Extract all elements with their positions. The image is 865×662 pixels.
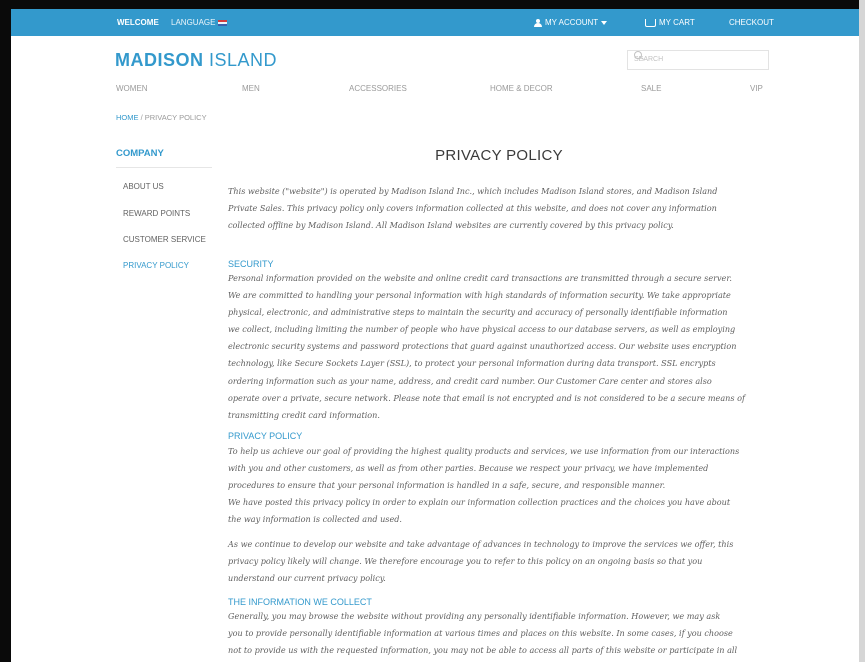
breadcrumb: HOME / PRIVACY POLICY — [116, 113, 207, 122]
security-line: transmitting credit card information. — [228, 409, 380, 420]
privacy-line: procedures to ensure that your personal … — [228, 480, 666, 491]
collect-paragraph: Generally, you may browse the website wi… — [228, 608, 772, 659]
intro-line: Private Sales. This privacy policy only … — [228, 203, 717, 214]
welcome-text: WELCOME — [117, 18, 159, 27]
security-line: Personal information provided on the web… — [228, 273, 732, 283]
intro-line: collected offline by Madison Island. All… — [228, 220, 674, 231]
nav-vip[interactable]: VIP — [750, 84, 763, 93]
privacy-line: We have posted this privacy policy in or… — [228, 497, 731, 508]
security-line: We are committed to handling your person… — [228, 290, 731, 301]
security-line: technology, like Secure Sockets Layer (S… — [228, 358, 716, 369]
site-logo[interactable]: MADISON ISLAND — [115, 50, 277, 71]
privacy-line: the way information is collected and use… — [228, 514, 402, 525]
language-label: LANGUAGE — [171, 18, 216, 27]
nav-men[interactable]: MEN — [242, 84, 260, 93]
my-cart-label: MY CART — [659, 18, 695, 27]
language-switcher[interactable]: LANGUAGE — [171, 9, 228, 36]
search-input[interactable]: SEARCH — [627, 50, 769, 70]
breadcrumb-home[interactable]: HOME — [116, 113, 139, 122]
collect-line: you to provide personally identifiable i… — [228, 628, 733, 639]
window-frame-top — [0, 0, 865, 9]
nav-home-decor[interactable]: HOME & DECOR — [490, 84, 553, 93]
sidebar-item-about-us[interactable]: ABOUT US — [123, 182, 164, 191]
intro-paragraph: This website ("website") is operated by … — [228, 183, 772, 234]
logo-bold: MADISON — [115, 50, 204, 70]
collect-line: Generally, you may browse the website wi… — [228, 611, 721, 621]
chevron-down-icon — [601, 20, 608, 25]
security-line: operate over a private, secure network. … — [228, 392, 745, 403]
breadcrumb-current: PRIVACY POLICY — [144, 113, 207, 122]
privacy-line: To help us achieve our goal of providing… — [228, 446, 740, 456]
cart-icon — [645, 18, 656, 27]
security-line: physical, electronic, and administrative… — [228, 307, 728, 318]
window-frame-right — [859, 0, 865, 662]
privacy-paragraph: To help us achieve our goal of providing… — [228, 443, 772, 528]
page-title: PRIVACY POLICY — [435, 147, 563, 164]
security-paragraph: Personal information provided on the web… — [228, 270, 772, 424]
my-account-button[interactable]: MY ACCOUNT — [534, 9, 608, 36]
sidebar-divider — [116, 167, 212, 168]
sidebar-item-customer-service[interactable]: CUSTOMER SERVICE — [123, 235, 206, 244]
logo-light: ISLAND — [203, 50, 278, 70]
nav-accessories[interactable]: ACCESSORIES — [349, 84, 407, 93]
security-heading: SECURITY — [228, 259, 274, 269]
changes-line: As we continue to develop our website an… — [228, 539, 734, 549]
privacy-heading: PRIVACY POLICY — [228, 431, 303, 441]
window-frame-left — [0, 0, 11, 662]
nav-sale[interactable]: SALE — [641, 84, 661, 93]
security-line: we collect, including limiting the numbe… — [228, 324, 736, 335]
collect-heading: THE INFORMATION WE COLLECT — [228, 597, 372, 607]
changes-line: understand our current privacy policy. — [228, 573, 386, 584]
changes-line: privacy policy likely will change. We th… — [228, 556, 703, 567]
checkout-link[interactable]: CHECKOUT — [729, 9, 774, 36]
nav-women[interactable]: WOMEN — [116, 84, 148, 93]
collect-line: not to provide us with the requested inf… — [228, 645, 738, 656]
search-icon[interactable] — [634, 51, 642, 59]
changes-paragraph: As we continue to develop our website an… — [228, 536, 772, 587]
security-line: electronic security systems and password… — [228, 341, 737, 352]
sidebar-item-privacy-policy[interactable]: PRIVACY POLICY — [123, 261, 189, 270]
security-line: ordering information such as your name, … — [228, 375, 712, 386]
user-icon — [534, 18, 542, 27]
my-account-label: MY ACCOUNT — [545, 18, 599, 27]
top-bar: WELCOME LANGUAGE MY ACCOUNT MY CART CHEC… — [11, 9, 859, 36]
flag-icon — [218, 19, 228, 26]
sidebar-item-reward-points[interactable]: REWARD POINTS — [123, 209, 190, 218]
my-cart-button[interactable]: MY CART — [645, 9, 695, 36]
sidebar-title: COMPANY — [116, 148, 164, 159]
privacy-line: with you and other customers, as well as… — [228, 463, 709, 474]
intro-line: This website ("website") is operated by … — [228, 186, 718, 196]
